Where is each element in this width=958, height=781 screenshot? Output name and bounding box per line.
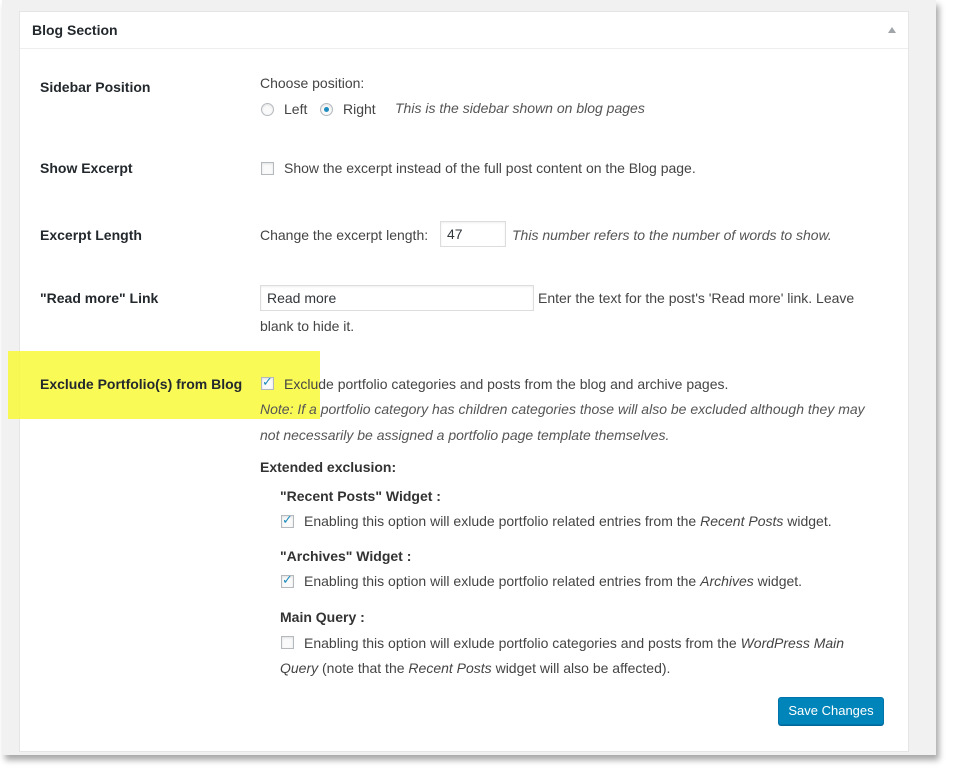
read-more-input[interactable]: Read more bbox=[260, 285, 534, 311]
main-query-line2-mid: (note that the bbox=[318, 660, 409, 676]
read-more-hint-line1: Enter the text for the post's 'Read more… bbox=[538, 290, 855, 306]
excerpt-length-label: Excerpt Length bbox=[40, 227, 142, 243]
recent-posts-text-before: Enabling this option will exlude portfol… bbox=[304, 513, 701, 529]
box-title: Blog Section bbox=[32, 22, 118, 38]
radio-right[interactable] bbox=[320, 103, 333, 116]
archives-checkbox[interactable]: ✓ bbox=[281, 572, 294, 588]
radio-right-label[interactable]: Right bbox=[343, 101, 376, 117]
exclude-portfolio-text: Exclude portfolio categories and posts f… bbox=[284, 376, 729, 392]
exclude-note-line1: Note: If a portfolio category has childr… bbox=[260, 401, 865, 417]
read-more-hint-line2: blank to hide it. bbox=[260, 318, 355, 334]
sidebar-position-label: Sidebar Position bbox=[40, 79, 151, 95]
excerpt-length-prefix: Change the excerpt length: bbox=[260, 227, 429, 243]
main-query-checkbox[interactable] bbox=[281, 636, 294, 649]
save-changes-button[interactable]: Save Changes bbox=[778, 697, 884, 725]
excerpt-length-hint: This number refers to the number of word… bbox=[512, 227, 832, 243]
show-excerpt-text: Show the excerpt instead of the full pos… bbox=[284, 160, 696, 176]
collapse-arrow-icon[interactable] bbox=[888, 27, 896, 33]
box-header[interactable]: Blog Section bbox=[20, 12, 908, 49]
show-excerpt-label: Show Excerpt bbox=[40, 160, 133, 176]
read-more-label: "Read more" Link bbox=[40, 290, 159, 306]
sidebar-hint: This is the sidebar shown on blog pages bbox=[395, 100, 645, 116]
recent-posts-text-em: Recent Posts bbox=[700, 513, 784, 529]
main-query-text-before: Enabling this option will exlude portfol… bbox=[304, 635, 741, 651]
checkmark-icon: ✓ bbox=[282, 572, 293, 587]
main-query-text-em: WordPress Main bbox=[740, 635, 845, 651]
main-query-text-line2: Query (note that the Recent Posts widget… bbox=[280, 660, 670, 676]
archives-text-before: Enabling this option will exlude portfol… bbox=[304, 573, 701, 589]
recent-posts-heading: "Recent Posts" Widget : bbox=[280, 488, 441, 504]
checkmark-icon: ✓ bbox=[262, 374, 273, 389]
archives-text-em: Archives bbox=[700, 573, 754, 589]
checkmark-icon: ✓ bbox=[282, 512, 293, 527]
exclude-note-line2: not necessarily be assigned a portfolio … bbox=[260, 427, 670, 443]
exclude-portfolio-checkbox[interactable]: ✓ bbox=[261, 374, 274, 390]
recent-posts-text-after: widget. bbox=[783, 513, 832, 529]
extended-exclusion-label: Extended exclusion: bbox=[260, 459, 397, 475]
archives-text: Enabling this option will exlude portfol… bbox=[304, 573, 802, 589]
exclude-portfolio-label: Exclude Portfolio(s) from Blog bbox=[40, 376, 243, 392]
recent-posts-text: Enabling this option will exlude portfol… bbox=[304, 513, 832, 529]
main-query-heading: Main Query : bbox=[280, 609, 365, 625]
radio-left[interactable] bbox=[261, 103, 274, 116]
show-excerpt-checkbox[interactable] bbox=[261, 162, 274, 175]
main-query-text-line1: Enabling this option will exlude portfol… bbox=[304, 635, 844, 651]
main-query-line2-em: Query bbox=[280, 660, 319, 676]
archives-heading: "Archives" Widget : bbox=[280, 548, 412, 564]
radio-left-label[interactable]: Left bbox=[284, 101, 307, 117]
recent-posts-checkbox[interactable]: ✓ bbox=[281, 512, 294, 528]
archives-text-after: widget. bbox=[753, 573, 803, 589]
choose-position-text: Choose position: bbox=[260, 75, 365, 91]
main-query-line2-em2: Recent Posts bbox=[408, 660, 492, 676]
excerpt-length-input[interactable]: 47 bbox=[440, 221, 506, 247]
main-query-line2-after: widget will also be affected). bbox=[491, 660, 671, 676]
